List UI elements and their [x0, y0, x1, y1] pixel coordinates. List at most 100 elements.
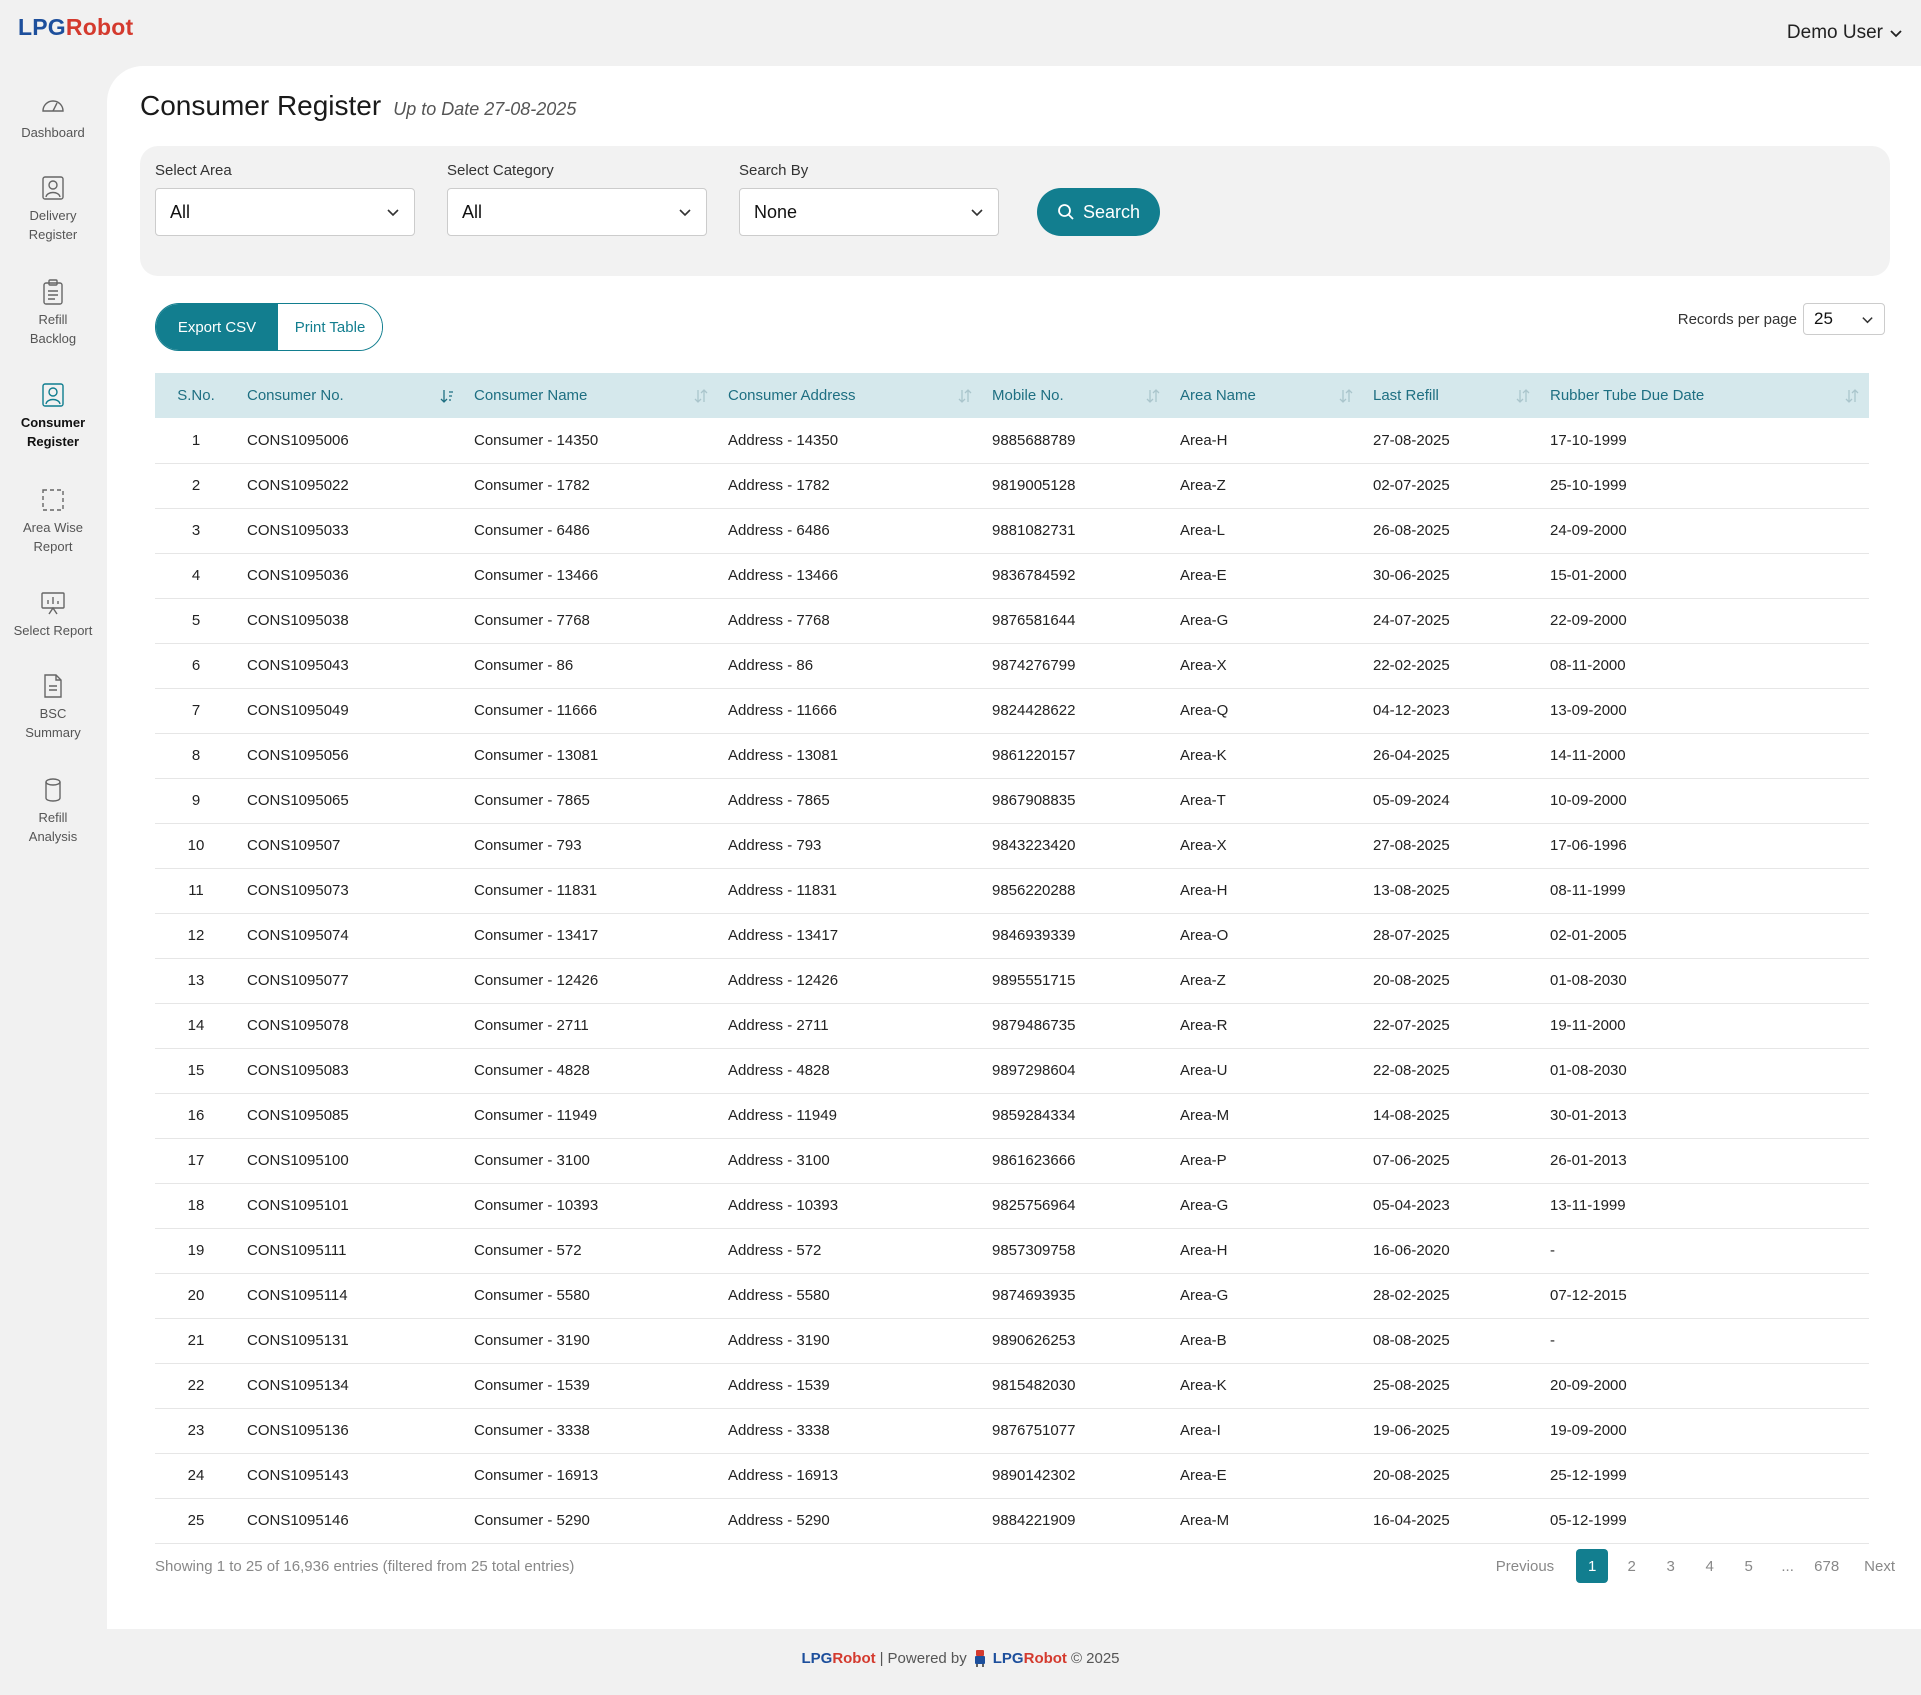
sidebar-item-delivery-register[interactable]: Delivery Register: [0, 174, 106, 244]
cell-area-name: Area-M: [1180, 1107, 1230, 1124]
cell-consumer-address: Address - 12426: [728, 972, 839, 989]
cell-mobile-no: 9874276799: [992, 657, 1076, 674]
cell-rubber-tube-due-date: 07-12-2015: [1550, 1287, 1627, 1304]
table-row: 14 CONS1095078 Consumer - 2711 Address - 27…: [155, 1003, 1869, 1048]
cell-mobile-no: 9881082731: [992, 522, 1076, 539]
cell-last-refill: 26-04-2025: [1373, 747, 1450, 764]
table-row: 1 CONS1095006 Consumer - 14350 Address - 14…: [155, 418, 1869, 463]
sidebar-item-area-wise-report[interactable]: Area Wise Report: [0, 486, 106, 556]
header-mobile-no[interactable]: Mobile No.: [982, 373, 1170, 418]
cell-consumer-name: Consumer - 12426: [474, 972, 599, 989]
cell-rubber-tube-due-date: -: [1550, 1332, 1555, 1349]
cell-last-refill: 28-02-2025: [1373, 1287, 1450, 1304]
cell-rubber-tube-due-date: 08-11-2000: [1550, 657, 1626, 674]
footer-brand-2[interactable]: LPGRobot: [993, 1650, 1067, 1667]
pagination-page[interactable]: 1: [1576, 1549, 1609, 1583]
cell-rubber-tube-due-date: 08-11-1999: [1550, 882, 1626, 899]
table-row: 13 CONS1095077 Consumer - 12426 Address - 1…: [155, 958, 1869, 1003]
cell-last-refill: 02-07-2025: [1373, 477, 1450, 494]
cell-area-name: Area-O: [1180, 927, 1229, 944]
table-row: 19 CONS1095111 Consumer - 572 Address - 572…: [155, 1228, 1869, 1273]
header-consumer-no[interactable]: Consumer No.: [237, 373, 464, 418]
user-name: Demo User: [1786, 22, 1883, 43]
cell-consumer-name: Consumer - 6486: [474, 522, 590, 539]
pagination-previous[interactable]: Previous: [1496, 1549, 1572, 1583]
sidebar-item-bsc-summary[interactable]: BSC Summary: [0, 672, 106, 742]
header-consumer-address[interactable]: Consumer Address: [718, 373, 982, 418]
pagination-page[interactable]: 5: [1729, 1549, 1768, 1583]
table-row: 10 CONS109507 Consumer - 793 Address - 793 9…: [155, 823, 1869, 868]
app-logo[interactable]: LPGRobot: [18, 14, 133, 41]
table-row: 3 CONS1095033 Consumer - 6486 Address - 648…: [155, 508, 1869, 553]
header-sno[interactable]: S.No.: [155, 373, 237, 418]
cell-consumer-address: Address - 7768: [728, 612, 830, 629]
gauge-icon: [42, 100, 64, 112]
cell-area-name: Area-Z: [1180, 477, 1226, 494]
cell-sno: 15: [187, 1062, 205, 1079]
pagination-page[interactable]: 678: [1807, 1549, 1846, 1583]
cell-last-refill: 16-04-2025: [1373, 1512, 1450, 1529]
cell-consumer-address: Address - 3190: [728, 1332, 830, 1349]
sidebar-item-dashboard[interactable]: Dashboard: [0, 91, 106, 142]
search-button[interactable]: Search: [1037, 188, 1160, 236]
category-select[interactable]: All: [447, 188, 707, 236]
cell-area-name: Area-K: [1180, 747, 1227, 764]
header-area-name[interactable]: Area Name: [1170, 373, 1363, 418]
sort-icon: [1516, 389, 1530, 403]
cell-mobile-no: 9890626253: [992, 1332, 1076, 1349]
cell-consumer-address: Address - 793: [728, 837, 822, 854]
cell-last-refill: 25-08-2025: [1373, 1377, 1450, 1394]
sidebar-item-consumer-register[interactable]: Consumer Register: [0, 381, 106, 451]
cell-last-refill: 05-09-2024: [1373, 792, 1450, 809]
cell-consumer-no: CONS1095056: [247, 747, 349, 764]
cell-last-refill: 26-08-2025: [1373, 522, 1450, 539]
cell-rubber-tube-due-date: 13-09-2000: [1550, 702, 1627, 719]
print-table-button[interactable]: Print Table: [278, 304, 382, 350]
filter-panel: Select Area All Select Category All Sear…: [140, 146, 1890, 276]
table-row: 17 CONS1095100 Consumer - 3100 Address - 31…: [155, 1138, 1869, 1183]
footer-brand[interactable]: LPGRobot: [801, 1650, 875, 1667]
cell-consumer-no: CONS1095043: [247, 657, 349, 674]
cell-sno: 19: [187, 1242, 205, 1259]
pagination-page[interactable]: 4: [1690, 1549, 1729, 1583]
logo-lpg: LPG: [18, 14, 66, 40]
area-select[interactable]: All: [155, 188, 415, 236]
sidebar-item-label: Register: [26, 434, 80, 449]
cell-last-refill: 27-08-2025: [1373, 431, 1450, 449]
sidebar-item-refill-analysis[interactable]: Refill Analysis: [0, 776, 106, 846]
pagination-ellipsis: ...: [1781, 1557, 1794, 1575]
cell-consumer-address: Address - 16913: [728, 1467, 839, 1484]
searchby-select[interactable]: None: [739, 188, 999, 236]
cell-last-refill: 22-07-2025: [1373, 1017, 1450, 1034]
user-menu[interactable]: Demo User: [1787, 22, 1903, 44]
table-row: 12 CONS1095074 Consumer - 13417 Address - 1…: [155, 913, 1869, 958]
cylinder-icon: [45, 778, 61, 802]
cell-sno: 11: [188, 882, 204, 899]
cell-consumer-address: Address - 7865: [728, 792, 830, 809]
pagination-page[interactable]: 2: [1612, 1549, 1651, 1583]
records-per-page-label: Records per page: [1677, 310, 1797, 328]
table-row: 22 CONS1095134 Consumer - 1539 Address - 15…: [155, 1363, 1869, 1408]
cell-rubber-tube-due-date: 17-10-1999: [1550, 431, 1627, 449]
header-rubber-tube-due-date[interactable]: Rubber Tube Due Date: [1540, 373, 1869, 418]
header-label: Consumer No.: [247, 387, 344, 404]
sidebar-item-select-report[interactable]: Select Report: [0, 589, 106, 640]
header-consumer-name[interactable]: Consumer Name: [464, 373, 718, 418]
cell-sno: 18: [187, 1197, 205, 1214]
sidebar-item-label: Consumer: [20, 415, 86, 430]
table-row: 23 CONS1095136 Consumer - 3338 Address - 33…: [155, 1408, 1869, 1453]
export-csv-button[interactable]: Export CSV: [156, 304, 278, 350]
header-last-refill[interactable]: Last Refill: [1363, 373, 1540, 418]
sort-active-icon: [440, 390, 453, 403]
cell-consumer-name: Consumer - 11831: [474, 882, 598, 899]
records-per-page-select[interactable]: 25: [1803, 303, 1885, 335]
cell-area-name: Area-G: [1180, 1197, 1229, 1214]
sidebar-item-refill-backlog[interactable]: Refill Backlog: [0, 278, 106, 348]
pagination-page[interactable]: 3: [1651, 1549, 1690, 1583]
table-body: 1 CONS1095006 Consumer - 14350 Address - 14…: [155, 418, 1869, 1543]
pagination-next[interactable]: Next: [1846, 1549, 1895, 1583]
sidebar-item-label: Area Wise: [23, 520, 83, 535]
cell-consumer-name: Consumer - 3338: [474, 1422, 590, 1439]
table-row: 24 CONS1095143 Consumer - 16913 Address - 1…: [155, 1453, 1869, 1498]
cell-consumer-name: Consumer - 7768: [474, 612, 590, 629]
